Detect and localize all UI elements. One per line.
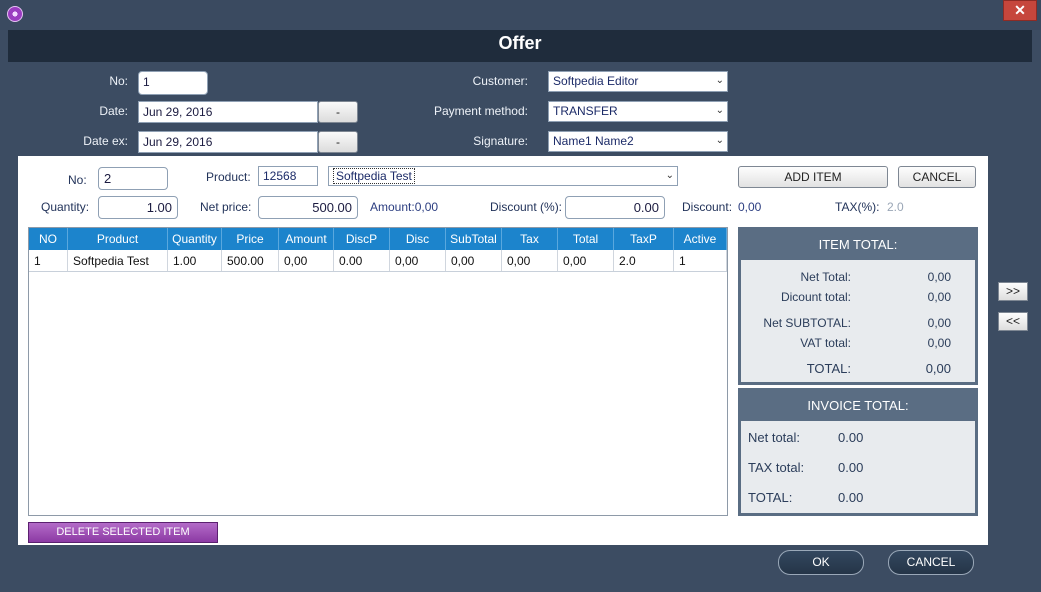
cell-price: 500.00 — [222, 250, 279, 271]
signature-label: Signature: — [473, 134, 528, 148]
chevron-down-icon: ⌄ — [715, 105, 724, 116]
invoice-total-value: 0.00 — [838, 490, 864, 505]
move-forward-button[interactable]: >> — [998, 282, 1028, 301]
move-back-button[interactable]: << — [998, 312, 1028, 331]
discount-label: Discount: — [682, 200, 733, 214]
item-no-label: No: — [68, 173, 87, 187]
date-picker-button[interactable]: - — [318, 101, 358, 123]
item-net-subtotal-label: Net SUBTOTAL: — [763, 316, 851, 330]
quantity-input[interactable]: 1.00 — [98, 196, 178, 219]
date-input[interactable]: Jun 29, 2016 — [138, 101, 318, 123]
add-item-button[interactable]: ADD ITEM — [738, 166, 888, 188]
item-discount-total-value: 0,00 — [927, 290, 951, 304]
date-ex-label: Date ex: — [83, 134, 128, 148]
cancel-item-button[interactable]: CANCEL — [898, 166, 976, 188]
item-net-total-label: Net Total: — [800, 270, 851, 284]
payment-method-select[interactable]: TRANSFER ⌄ — [548, 101, 728, 122]
tax-pct-label: TAX(%): — [835, 200, 880, 214]
cell-disc: 0,00 — [390, 250, 446, 271]
invoice-tax-total-label: TAX total: — [748, 460, 805, 475]
page-title: Offer — [8, 30, 1032, 62]
product-code-input[interactable]: 12568 — [258, 166, 318, 186]
discount-pct-label: Discount (%): — [490, 200, 563, 214]
cell-product: Softpedia Test — [68, 250, 168, 271]
col-header-amount[interactable]: Amount — [279, 228, 334, 250]
col-header-quantity[interactable]: Quantity — [168, 228, 222, 250]
payment-method-label: Payment method: — [433, 104, 528, 118]
product-select-value: Softpedia Test — [333, 168, 415, 184]
table-row[interactable]: 1 Softpedia Test 1.00 500.00 0,00 0.00 0… — [29, 250, 727, 272]
date-ex-picker-button[interactable]: - — [318, 131, 358, 153]
items-table[interactable]: NO Product Quantity Price Amount DiscP D… — [28, 227, 728, 516]
col-header-active[interactable]: Active — [674, 228, 727, 250]
offer-no-input[interactable]: 1 — [138, 71, 208, 95]
cell-no: 1 — [29, 250, 68, 271]
cell-quantity: 1.00 — [168, 250, 222, 271]
payment-method-value: TRANSFER — [553, 104, 618, 118]
date-label: Date: — [99, 104, 128, 118]
amount-text: Amount:0,00 — [370, 200, 439, 214]
invoice-net-total-label: Net total: — [748, 430, 801, 445]
date-ex-input[interactable]: Jun 29, 2016 — [138, 131, 318, 153]
col-header-disc[interactable]: Disc — [390, 228, 446, 250]
cell-total: 0,00 — [558, 250, 614, 271]
discount-value: 0,00 — [738, 200, 762, 214]
quantity-label: Quantity: — [41, 200, 90, 214]
invoice-net-total-value: 0.00 — [838, 430, 864, 445]
cell-taxp: 2.0 — [614, 250, 674, 271]
chevron-down-icon: ⌄ — [715, 75, 724, 86]
cell-discp: 0.00 — [334, 250, 390, 271]
product-label: Product: — [206, 170, 251, 184]
no-label: No: — [109, 74, 128, 88]
window-close-button[interactable]: ✕ — [1003, 0, 1037, 21]
cancel-button[interactable]: CANCEL — [888, 550, 974, 575]
col-header-product[interactable]: Product — [68, 228, 168, 250]
product-select[interactable]: Softpedia Test ⌄ — [328, 166, 678, 186]
item-net-subtotal-value: 0,00 — [927, 316, 951, 330]
chevron-down-icon: ⌄ — [665, 170, 674, 181]
item-total-label: TOTAL: — [806, 361, 851, 376]
item-vat-total-value: 0,00 — [927, 336, 951, 350]
col-header-taxp[interactable]: TaxP — [614, 228, 674, 250]
item-net-total-value: 0,00 — [927, 270, 951, 284]
tax-pct-value: 2.0 — [887, 200, 904, 214]
invoice-total-label: TOTAL: — [748, 490, 793, 505]
signature-select[interactable]: Name1 Name2 ⌄ — [548, 131, 728, 152]
invoice-total-title: INVOICE TOTAL: — [741, 391, 975, 421]
customer-select[interactable]: Softpedia Editor ⌄ — [548, 71, 728, 92]
ok-button[interactable]: OK — [778, 550, 864, 575]
col-header-discp[interactable]: DiscP — [334, 228, 390, 250]
table-header: NO Product Quantity Price Amount DiscP D… — [29, 228, 727, 250]
customer-select-value: Softpedia Editor — [553, 74, 639, 88]
col-header-total[interactable]: Total — [558, 228, 614, 250]
item-discount-total-label: Dicount total: — [780, 290, 851, 304]
item-no-input[interactable]: 2 — [98, 167, 168, 190]
cell-amount: 0,00 — [279, 250, 334, 271]
net-price-label: Net price: — [200, 200, 252, 214]
net-price-input[interactable]: 500.00 — [258, 196, 358, 219]
invoice-tax-total-value: 0.00 — [838, 460, 864, 475]
col-header-no[interactable]: NO — [29, 228, 68, 250]
discount-pct-input[interactable]: 0.00 — [565, 196, 665, 219]
chevron-down-icon: ⌄ — [715, 135, 724, 146]
cell-tax: 0,00 — [502, 250, 558, 271]
item-total-value: 0,00 — [925, 361, 951, 376]
col-header-tax[interactable]: Tax — [502, 228, 558, 250]
delete-selected-item-button[interactable]: DELETE SELECTED ITEM — [28, 522, 218, 543]
cell-active: 1 — [674, 250, 727, 271]
customer-label: Customer: — [472, 74, 528, 88]
col-header-subtotal[interactable]: SubTotal — [446, 228, 502, 250]
item-total-title: ITEM TOTAL: — [741, 230, 975, 260]
window-titlebar — [0, 0, 1041, 30]
col-header-price[interactable]: Price — [222, 228, 279, 250]
app-icon — [7, 6, 23, 22]
item-vat-total-label: VAT total: — [800, 336, 851, 350]
cell-subtotal: 0,00 — [446, 250, 502, 271]
signature-value: Name1 Name2 — [553, 134, 634, 148]
